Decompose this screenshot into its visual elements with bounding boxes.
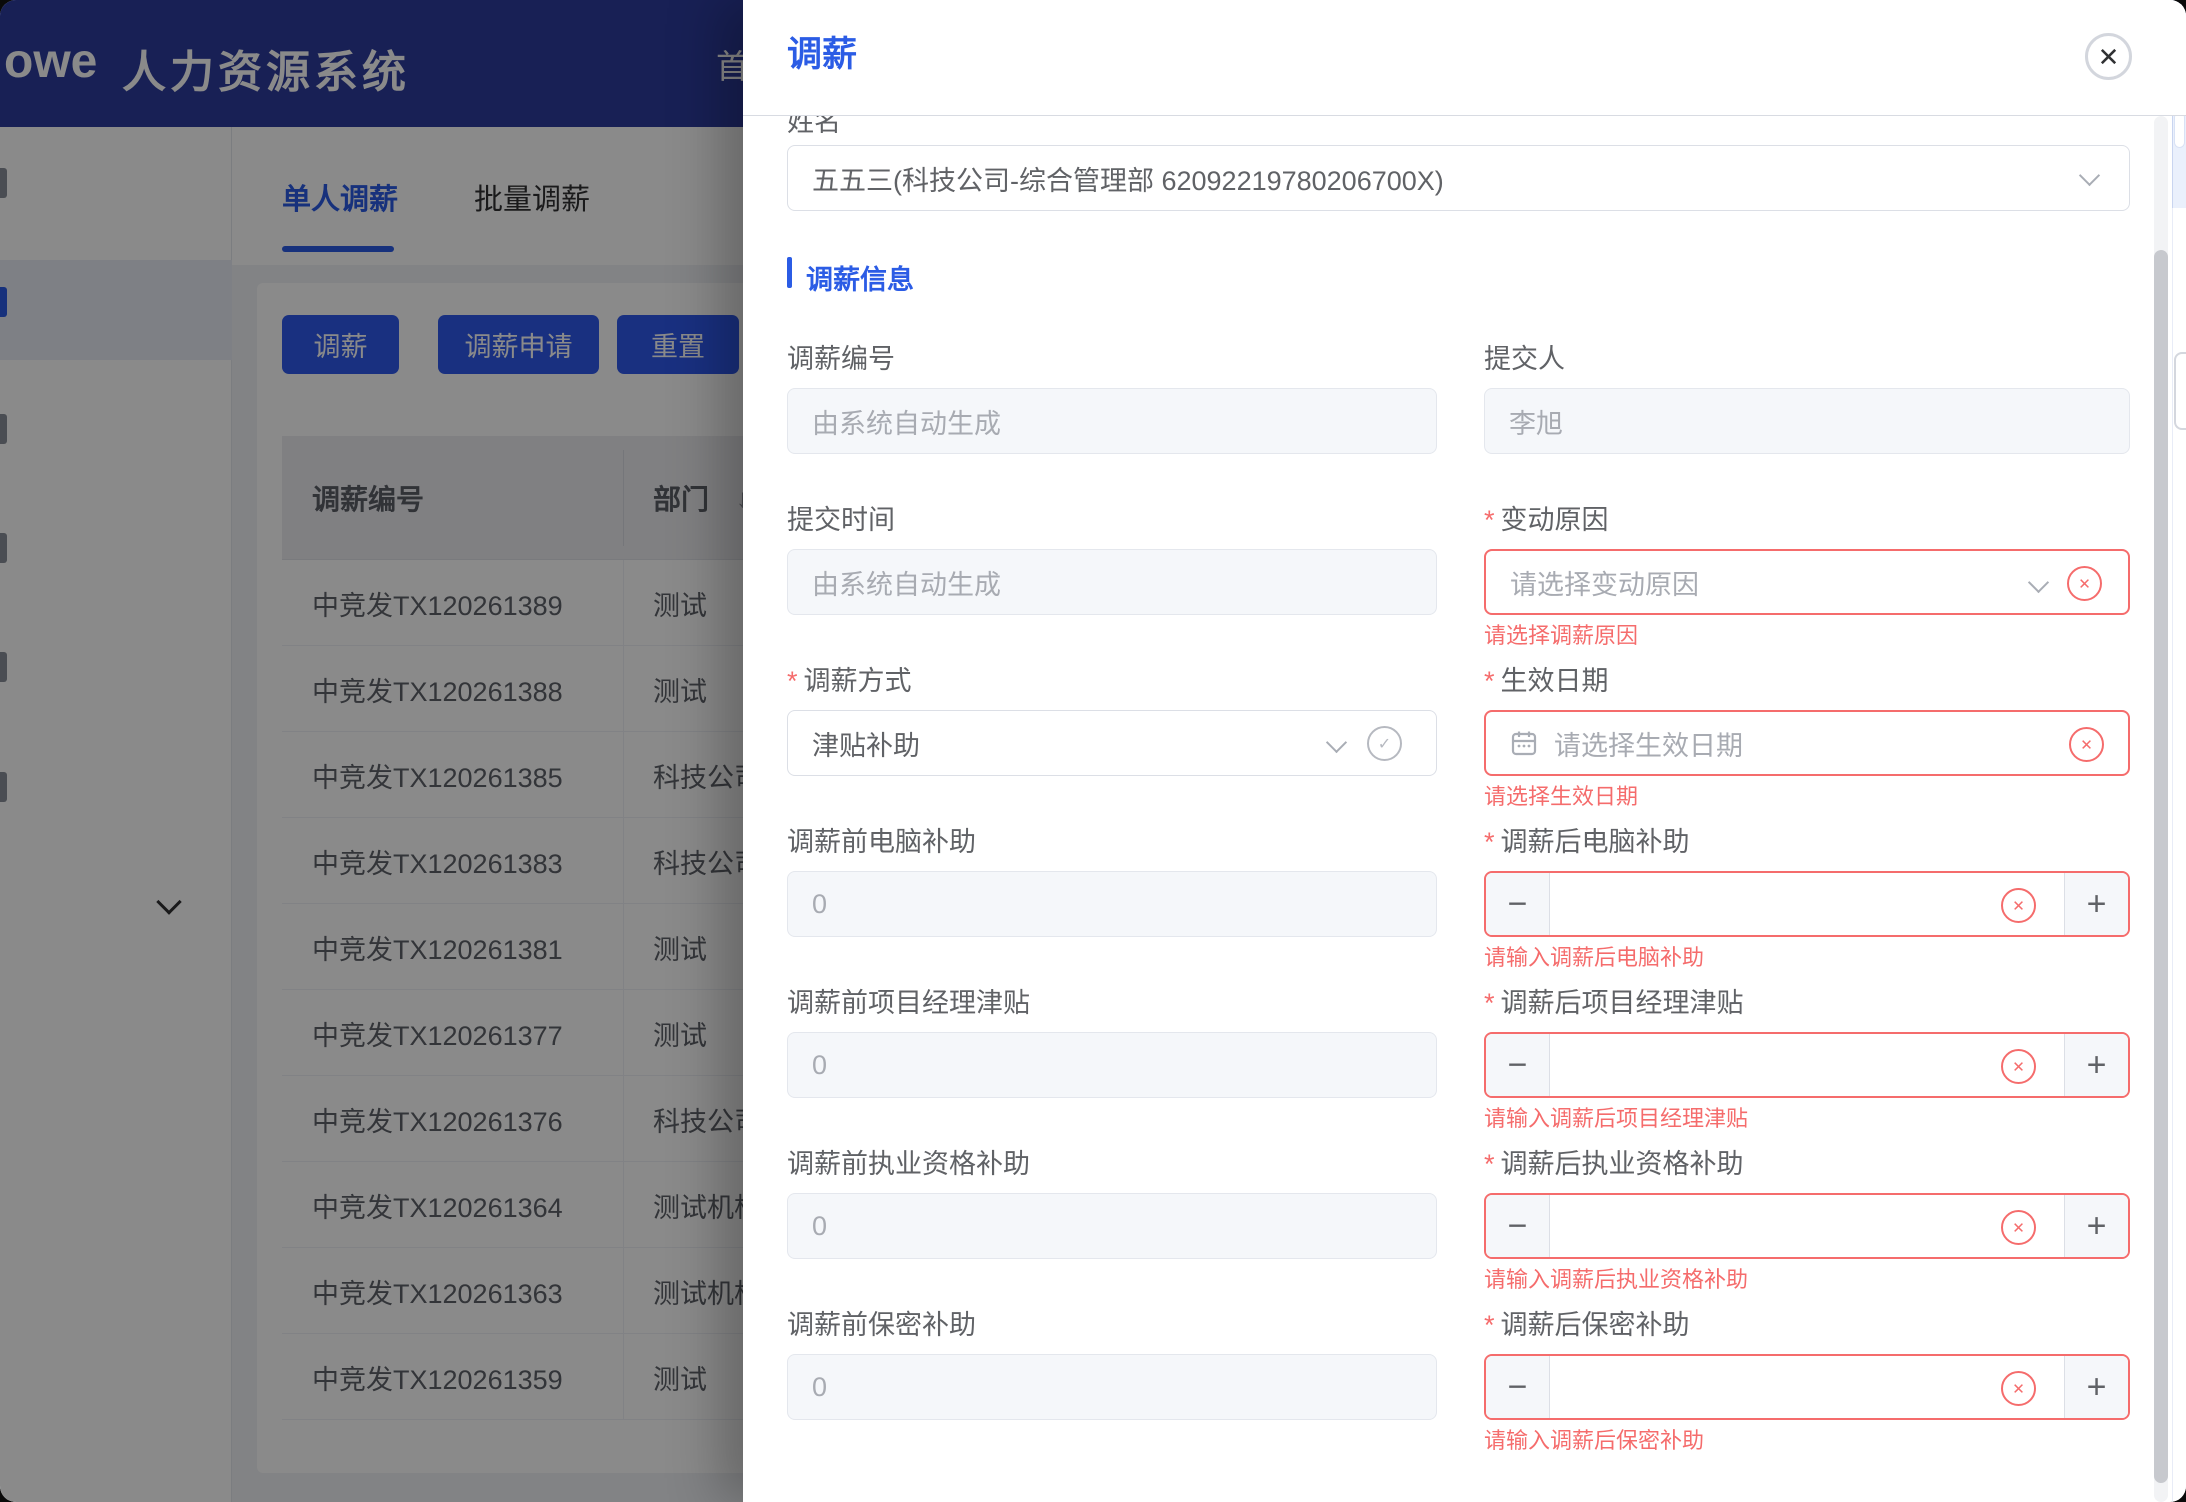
clear-icon[interactable]: ✕ [2067, 566, 2102, 601]
adjust-code-input[interactable]: 由系统自动生成 [787, 388, 1437, 454]
clear-icon[interactable]: ✕ [2069, 727, 2104, 762]
increase-button[interactable]: + [2064, 1034, 2128, 1096]
chevron-down-icon [2078, 164, 2101, 187]
right-edge-pill [2174, 112, 2185, 148]
section-marker [787, 257, 792, 288]
submit-time-input[interactable]: 由系统自动生成 [787, 549, 1437, 615]
section-title: 调薪信息 [806, 265, 914, 295]
error-message: 请输入调薪后项目经理津贴 [1484, 1106, 1749, 1131]
adjust-method-select[interactable]: 津贴补助 ✓ [787, 710, 1437, 776]
right-edge-outline [2174, 352, 2186, 430]
employee-select-value: 五五三(科技公司-综合管理部 62092219780206700X) [812, 165, 1444, 196]
field-label: * 生效日期 [1484, 666, 1609, 696]
after-pm-stepper[interactable]: − ✕ + [1484, 1032, 2130, 1098]
clear-icon[interactable]: ✕ [2001, 1371, 2036, 1406]
drawer-title: 调薪 [787, 35, 858, 74]
calendar-icon [1511, 731, 1537, 756]
submitter-input[interactable]: 李旭 [1484, 388, 2130, 454]
close-icon: ✕ [2097, 41, 2120, 72]
after-secret-stepper[interactable]: − ✕ + [1484, 1354, 2130, 1420]
field-label: * 调薪后电脑补助 [1484, 827, 1690, 857]
field-label: 调薪编号 [787, 344, 895, 374]
drawer-header: 调薪 ✕ [743, 0, 2186, 116]
before-qual-input[interactable]: 0 [787, 1193, 1437, 1259]
field-label: 调薪前保密补助 [787, 1310, 976, 1340]
error-message: 请输入调薪后保密补助 [1484, 1428, 1705, 1453]
field-label: 提交时间 [787, 505, 895, 535]
chevron-down-icon [1325, 731, 1348, 754]
field-label: * 调薪后项目经理津贴 [1484, 988, 1744, 1018]
error-message: 请选择生效日期 [1484, 784, 1639, 809]
chevron-down-icon [2027, 571, 2050, 594]
before-computer-input[interactable]: 0 [787, 871, 1437, 937]
before-secret-input[interactable]: 0 [787, 1354, 1437, 1420]
decrease-button[interactable]: − [1486, 1195, 1550, 1257]
after-qual-stepper[interactable]: − ✕ + [1484, 1193, 2130, 1259]
field-label: 提交人 [1484, 344, 1565, 374]
decrease-button[interactable]: − [1486, 873, 1550, 935]
field-label: 调薪前执业资格补助 [787, 1149, 1030, 1179]
clear-icon[interactable]: ✕ [2001, 1049, 2036, 1084]
increase-button[interactable]: + [2064, 873, 2128, 935]
effective-date-picker[interactable]: 请选择生效日期 ✕ [1484, 710, 2130, 776]
field-label: 调薪前电脑补助 [787, 827, 976, 857]
change-reason-select[interactable]: 请选择变动原因 ✕ [1484, 549, 2130, 615]
check-circle-icon: ✓ [1367, 726, 1402, 761]
employee-select[interactable]: 五五三(科技公司-综合管理部 62092219780206700X) [787, 145, 2130, 211]
increase-button[interactable]: + [2064, 1195, 2128, 1257]
field-label: * 变动原因 [1484, 505, 1609, 535]
field-label: * 调薪方式 [787, 666, 912, 696]
scrollbar-thumb[interactable] [2154, 250, 2168, 1483]
close-button[interactable]: ✕ [2085, 33, 2132, 80]
error-message: 请输入调薪后执业资格补助 [1484, 1267, 1749, 1292]
field-label: * 调薪后保密补助 [1484, 1310, 1690, 1340]
before-pm-input[interactable]: 0 [787, 1032, 1437, 1098]
decrease-button[interactable]: − [1486, 1356, 1550, 1418]
clear-icon[interactable]: ✕ [2001, 888, 2036, 923]
field-label: * 调薪后执业资格补助 [1484, 1149, 1744, 1179]
error-message: 请输入调薪后电脑补助 [1484, 945, 1705, 970]
increase-button[interactable]: + [2064, 1356, 2128, 1418]
clear-icon[interactable]: ✕ [2001, 1210, 2036, 1245]
error-message: 请选择调薪原因 [1484, 623, 1639, 648]
field-label: 调薪前项目经理津贴 [787, 988, 1030, 1018]
decrease-button[interactable]: − [1486, 1034, 1550, 1096]
screen: owe 人力资源系统 首 单人调薪 批量调薪 调薪 调薪申请 重置 调薪编号 部… [0, 0, 2186, 1502]
after-computer-stepper[interactable]: − ✕ + [1484, 871, 2130, 937]
salary-adjust-drawer: 姓名 调薪 ✕ 五五三(科技公司-综合管理部 62092219780206700… [743, 0, 2186, 1502]
